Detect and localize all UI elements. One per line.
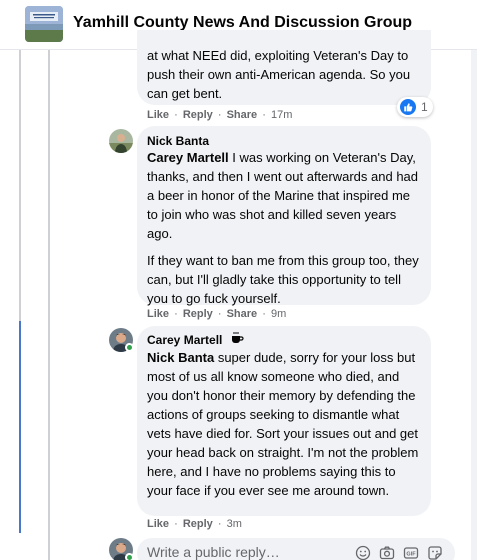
mention-link[interactable]: Nick Banta — [147, 350, 214, 365]
mention-link[interactable]: Carey Martell — [147, 150, 229, 165]
online-status-dot — [125, 553, 134, 560]
timestamp[interactable]: 9m — [271, 308, 286, 320]
svg-text:GIF: GIF — [406, 552, 416, 558]
thread-line — [19, 50, 21, 321]
like-icon — [400, 99, 416, 115]
thread-line — [48, 50, 50, 560]
thread-highlight-line — [19, 321, 21, 533]
reply-link[interactable]: Reply — [183, 308, 213, 320]
comment-text: Carey Martell I was working on Veteran's… — [147, 150, 419, 306]
scrollbar[interactable] — [471, 50, 477, 560]
reaction-summary[interactable]: 1 — [397, 97, 433, 117]
reply-input[interactable] — [147, 544, 347, 560]
like-link[interactable]: Like — [147, 308, 169, 320]
reply-link[interactable]: Reply — [183, 109, 213, 121]
comment-author[interactable]: Carey Martell — [147, 333, 222, 347]
coffee-cup-icon — [230, 331, 244, 345]
camera-icon[interactable] — [379, 545, 395, 560]
reply-composer[interactable]: GIF — [137, 538, 455, 560]
comment-actions: Like · Reply · Share · 9m — [147, 308, 287, 320]
sticker-icon[interactable] — [427, 545, 443, 560]
like-link[interactable]: Like — [147, 518, 169, 530]
group-cover-image — [25, 6, 63, 42]
comment-text: Nick Banta super dude, sorry for your lo… — [147, 350, 419, 498]
like-link[interactable]: Like — [147, 109, 169, 121]
reply-link[interactable]: Reply — [183, 518, 213, 530]
reaction-count: 1 — [421, 100, 428, 114]
comment-actions: Like · Reply · 3m — [147, 518, 242, 530]
avatar[interactable] — [109, 129, 133, 153]
timestamp[interactable]: 3m — [227, 518, 242, 530]
gif-icon[interactable]: GIF — [403, 545, 419, 560]
group-cover-thumbnail[interactable] — [25, 6, 63, 42]
share-link[interactable]: Share — [227, 109, 258, 121]
comment-text: at what NEEd did, exploiting Veteran's D… — [147, 48, 411, 101]
timestamp[interactable]: 17m — [271, 109, 292, 121]
emoji-icon[interactable] — [355, 545, 371, 560]
comment-actions: Like · Reply · Share · 17m — [147, 109, 293, 121]
online-status-dot — [125, 343, 134, 352]
comment-author[interactable]: Nick Banta — [147, 134, 209, 148]
share-link[interactable]: Share — [227, 308, 258, 320]
